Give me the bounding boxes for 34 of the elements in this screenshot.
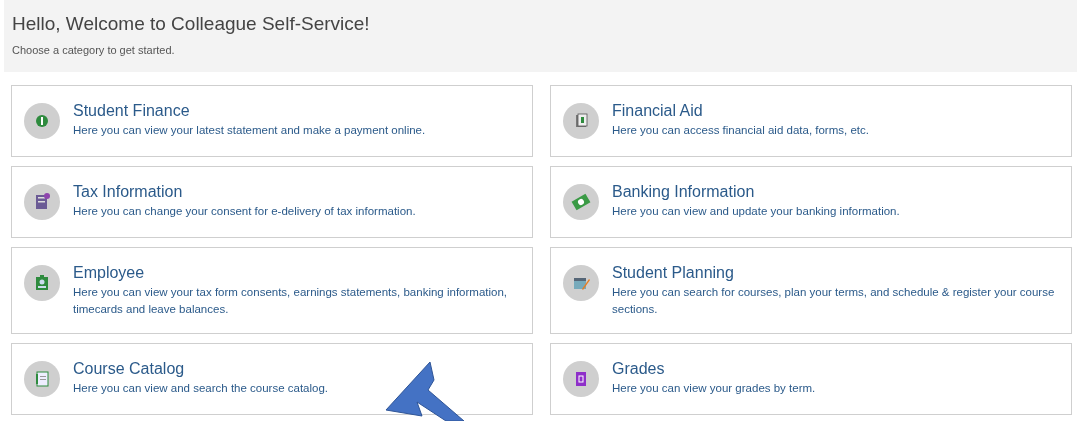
category-description: Here you can change your consent for e-delivery of tax information.: [73, 204, 416, 219]
category-description: Here you can access financial aid data, forms, etc.: [612, 123, 869, 138]
form-icon: [24, 184, 60, 220]
category-description: Here you can view your tax form consents, earnings statements, banking information, timecards and leave balances.: [73, 285, 509, 317]
category-description: Here you can view your grades by term.: [612, 381, 816, 396]
category-card[interactable]: Student Planning Here you can search for courses, plan your terms, and schedule & register your course sections.: [550, 247, 1072, 334]
money-icon: [563, 184, 599, 220]
category-title: Student Planning: [612, 263, 735, 283]
category-title: Employee: [73, 263, 146, 283]
category-title: Course Catalog: [73, 359, 186, 379]
grade-card-icon: [563, 361, 599, 397]
category-description: Here you can view and search the course catalog.: [73, 381, 329, 396]
page-subtitle: Choose a category to get started.: [12, 42, 176, 58]
document-icon: [563, 103, 599, 139]
page-title: Hello, Welcome to Colleague Self-Service!: [12, 12, 371, 36]
coin-icon: [24, 103, 60, 139]
category-title: Grades: [612, 359, 666, 379]
category-description: Here you can view and update your banking information.: [612, 204, 900, 219]
category-title: Financial Aid: [612, 101, 704, 121]
category-title: Banking Information: [612, 182, 756, 202]
category-card[interactable]: Course Catalog Here you can view and search the course catalog.: [11, 343, 533, 415]
badge-icon: [24, 265, 60, 301]
category-card[interactable]: Employee Here you can view your tax form consents, earnings statements, banking information, timecards and leave balances.: [11, 247, 533, 334]
category-title: Tax Information: [73, 182, 184, 202]
category-card[interactable]: Banking Information Here you can view and update your banking information.: [550, 166, 1072, 238]
category-card[interactable]: Tax Information Here you can change your consent for e-delivery of tax information.: [11, 166, 533, 238]
category-title: Student Finance: [73, 101, 191, 121]
calendar-icon: [563, 265, 599, 301]
category-description: Here you can view your latest statement and make a payment online.: [73, 123, 426, 138]
category-card[interactable]: Student Finance Here you can view your latest statement and make a payment online.: [11, 85, 533, 157]
category-description: Here you can search for courses, plan your terms, and schedule & register your course sections.: [612, 285, 1056, 317]
category-card[interactable]: Financial Aid Here you can access financial aid data, forms, etc.: [550, 85, 1072, 157]
category-card[interactable]: Grades Here you can view your grades by term.: [550, 343, 1072, 415]
notebook-icon: [24, 361, 60, 397]
